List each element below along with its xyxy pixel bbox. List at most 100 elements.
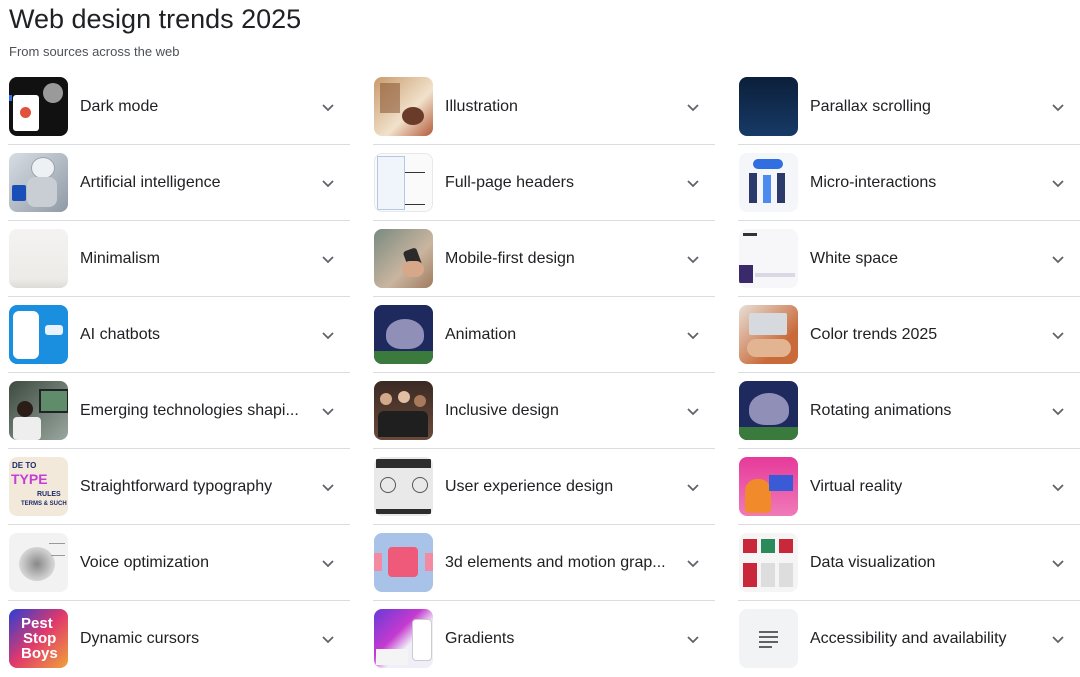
- typography-thumbnail: DE TO TYPE RULES TERMS & SUCH: [9, 457, 68, 516]
- trend-item-rotating-animations[interactable]: Rotating animations: [738, 373, 1080, 449]
- thumb-text: TERMS & SUCH: [21, 501, 67, 507]
- trend-item-artificial-intelligence[interactable]: Artificial intelligence: [8, 145, 350, 221]
- trend-item-parallax-scrolling[interactable]: Parallax scrolling: [738, 69, 1080, 145]
- trend-item-gradients[interactable]: Gradients: [373, 601, 715, 676]
- trend-label: Voice optimization: [80, 553, 209, 571]
- chevron-down-icon[interactable]: [681, 247, 705, 271]
- minimalism-thumbnail: [9, 229, 68, 288]
- page-subtitle: From sources across the web: [9, 44, 180, 59]
- trend-item-inclusive-design[interactable]: Inclusive design: [373, 373, 715, 449]
- trend-item-accessibility-and-availability[interactable]: Accessibility and availability: [738, 601, 1080, 676]
- gradient-thumbnail: [374, 609, 433, 668]
- trends-grid: Dark mode Artificial intelligence Minima…: [8, 69, 1080, 676]
- pest-stop-boys-thumbnail: Pest Stop Boys: [9, 609, 68, 668]
- people-illustration-thumbnail: [739, 153, 798, 212]
- trend-label: Dynamic cursors: [80, 629, 200, 647]
- dark-mode-thumbnail: [9, 77, 68, 136]
- chevron-down-icon[interactable]: [1046, 247, 1070, 271]
- trend-label: Gradients: [445, 629, 515, 647]
- chevron-down-icon[interactable]: [681, 171, 705, 195]
- trend-item-3d-elements[interactable]: 3d elements and motion grap...: [373, 525, 715, 601]
- chevron-down-icon[interactable]: [1046, 323, 1070, 347]
- elephant-rotating-thumbnail: [739, 381, 798, 440]
- dataviz-thumbnail: [739, 533, 798, 592]
- chevron-down-icon[interactable]: [316, 323, 340, 347]
- chatbot-thumbnail: [9, 305, 68, 364]
- trend-label: Color trends 2025: [810, 325, 938, 343]
- trend-label: Parallax scrolling: [810, 97, 931, 115]
- workspace-thumbnail: [9, 381, 68, 440]
- trend-item-dynamic-cursors[interactable]: Pest Stop Boys Dynamic cursors: [8, 601, 350, 676]
- trend-item-illustration[interactable]: Illustration: [373, 69, 715, 145]
- trend-item-full-page-headers[interactable]: Full-page headers: [373, 145, 715, 221]
- trend-item-minimalism[interactable]: Minimalism: [8, 221, 350, 297]
- trend-label: Mobile-first design: [445, 249, 575, 267]
- chevron-down-icon[interactable]: [316, 95, 340, 119]
- group-people-thumbnail: [374, 381, 433, 440]
- trend-label: Full-page headers: [445, 173, 574, 191]
- thumb-text: RULES: [37, 491, 61, 498]
- chevron-down-icon[interactable]: [681, 475, 705, 499]
- trend-item-ai-chatbots[interactable]: AI chatbots: [8, 297, 350, 373]
- trend-label: Illustration: [445, 97, 518, 115]
- robot-thumbnail: [9, 153, 68, 212]
- chevron-down-icon[interactable]: [1046, 171, 1070, 195]
- chevron-down-icon[interactable]: [316, 551, 340, 575]
- trend-item-mobile-first-design[interactable]: Mobile-first design: [373, 221, 715, 297]
- chevron-down-icon[interactable]: [316, 627, 340, 651]
- trend-label: Dark mode: [80, 97, 159, 115]
- trends-column-2: Illustration Full-page headers Mobile-fi…: [373, 69, 715, 676]
- parallax-thumbnail: [739, 77, 798, 136]
- chevron-down-icon[interactable]: [316, 247, 340, 271]
- chevron-down-icon[interactable]: [316, 171, 340, 195]
- trends-column-3: Parallax scrolling Micro-interactions Wh…: [738, 69, 1080, 676]
- chevron-down-icon[interactable]: [316, 399, 340, 423]
- chevron-down-icon[interactable]: [1046, 475, 1070, 499]
- chevron-down-icon[interactable]: [681, 627, 705, 651]
- trend-label: Minimalism: [80, 249, 160, 267]
- chevron-down-icon[interactable]: [1046, 399, 1070, 423]
- chevron-down-icon[interactable]: [1046, 627, 1070, 651]
- trend-label: Emerging technologies shapi...: [80, 401, 299, 419]
- thumb-text: Stop: [23, 630, 57, 647]
- trend-item-dark-mode[interactable]: Dark mode: [8, 69, 350, 145]
- illustration-thumbnail: [374, 77, 433, 136]
- wireframe-thumbnail: [374, 153, 433, 212]
- trends-column-1: Dark mode Artificial intelligence Minima…: [8, 69, 350, 676]
- trend-label: Data visualization: [810, 553, 936, 571]
- chevron-down-icon[interactable]: [681, 95, 705, 119]
- chevron-down-icon[interactable]: [316, 475, 340, 499]
- chevron-down-icon[interactable]: [681, 551, 705, 575]
- elephant-animation-thumbnail: [374, 305, 433, 364]
- chevron-down-icon[interactable]: [1046, 95, 1070, 119]
- thumb-text: Boys: [21, 645, 58, 662]
- pink-3d-thumbnail: [374, 533, 433, 592]
- trend-item-micro-interactions[interactable]: Micro-interactions: [738, 145, 1080, 221]
- trend-item-animation[interactable]: Animation: [373, 297, 715, 373]
- trend-label: 3d elements and motion grap...: [445, 553, 666, 571]
- trend-item-voice-optimization[interactable]: Voice optimization: [8, 525, 350, 601]
- thumb-text: TYPE: [11, 471, 48, 487]
- trend-label: Animation: [445, 325, 517, 343]
- trend-label: White space: [810, 249, 899, 267]
- trend-label: Artificial intelligence: [80, 173, 221, 191]
- trend-item-virtual-reality[interactable]: Virtual reality: [738, 449, 1080, 525]
- trend-item-data-visualization[interactable]: Data visualization: [738, 525, 1080, 601]
- chevron-down-icon[interactable]: [681, 323, 705, 347]
- page-title: Web design trends 2025: [9, 4, 302, 34]
- ux-diagram-thumbnail: [374, 457, 433, 516]
- chevron-down-icon[interactable]: [681, 399, 705, 423]
- trend-item-white-space[interactable]: White space: [738, 221, 1080, 297]
- trend-label: Accessibility and availability: [810, 629, 1007, 647]
- trend-item-color-trends-2025[interactable]: Color trends 2025: [738, 297, 1080, 373]
- trend-label: User experience design: [445, 477, 614, 495]
- trend-label: Inclusive design: [445, 401, 559, 419]
- chevron-down-icon[interactable]: [1046, 551, 1070, 575]
- trend-item-straightforward-typography[interactable]: DE TO TYPE RULES TERMS & SUCH Straightfo…: [8, 449, 350, 525]
- white-space-thumbnail: [739, 229, 798, 288]
- vr-illustration-thumbnail: [739, 457, 798, 516]
- trend-item-user-experience-design[interactable]: User experience design: [373, 449, 715, 525]
- trend-label: AI chatbots: [80, 325, 161, 343]
- trend-item-emerging-technologies[interactable]: Emerging technologies shapi...: [8, 373, 350, 449]
- thumb-text: DE TO: [12, 461, 37, 470]
